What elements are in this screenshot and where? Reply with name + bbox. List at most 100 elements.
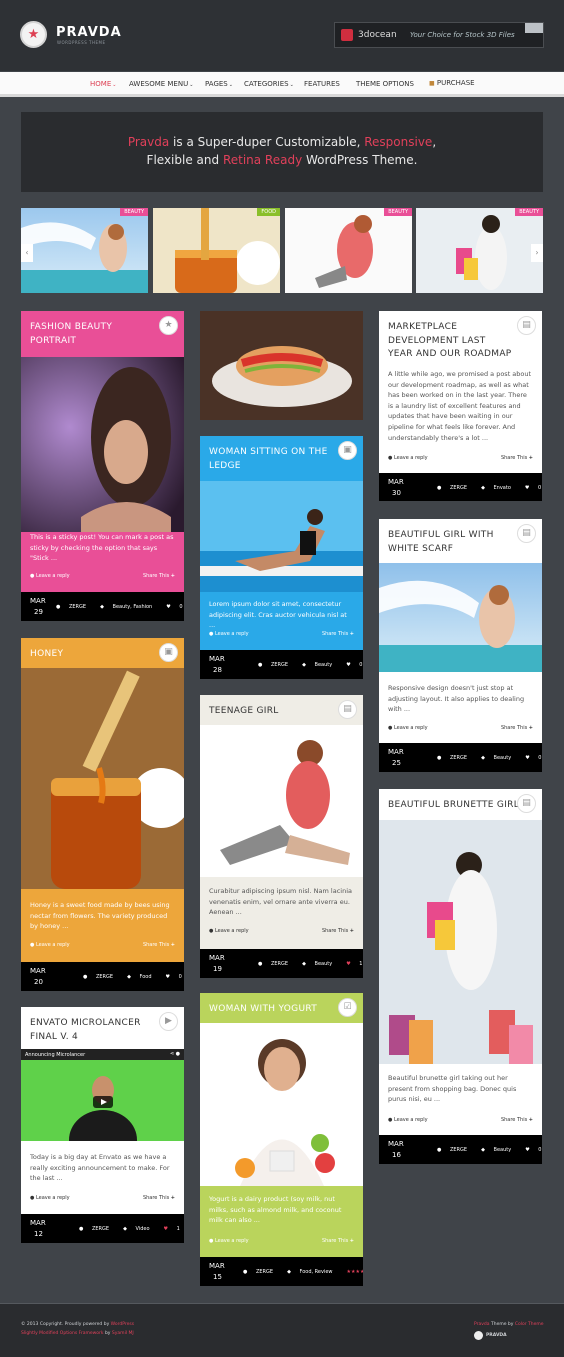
document-icon[interactable]: ▤ [517, 316, 536, 335]
image-icon[interactable]: ▣ [159, 643, 178, 662]
leave-reply-link[interactable]: ● Leave a reply [388, 455, 428, 461]
nav-theme-options[interactable]: THEME OPTIONS [356, 80, 414, 88]
nav-categories[interactable]: CATEGORIES⌄ [244, 80, 294, 88]
post-title[interactable]: HONEY [30, 648, 155, 662]
post-title[interactable]: WOMAN SITTING ON THE LEDGE [209, 446, 334, 473]
author-link[interactable]: ● ZERGE [258, 662, 295, 668]
leave-reply-link[interactable]: ● Leave a reply [30, 573, 70, 579]
nav-pages[interactable]: PAGES⌄ [205, 80, 233, 88]
like-button[interactable]: ♥ 0 [525, 485, 542, 491]
post-title[interactable]: BEAUTIFUL BRUNETTE GIRL [388, 799, 528, 813]
logo-name[interactable]: PRAVDA [56, 25, 122, 40]
nav-awesome-menu[interactable]: AWESOME MENU⌄ [129, 80, 193, 88]
post-title[interactable]: FASHION BEAUTY PORTRAIT [30, 321, 155, 348]
carousel-slide-1[interactable]: BEAUTY [21, 208, 148, 293]
share-button[interactable]: Share This + [501, 1117, 533, 1123]
star-icon: ★ [27, 27, 40, 42]
post-image[interactable] [21, 357, 184, 532]
nav-home[interactable]: HOME⌄ [90, 80, 116, 88]
play-icon[interactable]: ▶ [159, 1012, 178, 1031]
video-player[interactable]: Announcing Microlancer ⋖ ● [21, 1049, 184, 1141]
author-link[interactable]: ● ZERGE [437, 1147, 474, 1153]
document-icon[interactable]: ▤ [338, 700, 357, 719]
user-icon: ● [258, 961, 263, 967]
category-link[interactable]: ◆ Video [123, 1226, 156, 1232]
ad-banner[interactable]: 3docean Your Choice for Stock 3D Files [334, 22, 544, 48]
author-link[interactable]: ● ZERGE [437, 485, 474, 491]
nav-features[interactable]: FEATURES [304, 80, 340, 88]
carousel-slide-4[interactable]: BEAUTY [416, 208, 543, 293]
carousel-slide-3[interactable]: BEAUTY [285, 208, 412, 293]
like-button[interactable]: ♥ 0 [525, 755, 542, 761]
post-image[interactable] [200, 1023, 363, 1186]
author-link[interactable]: ● ZERGE [243, 1269, 280, 1275]
like-button[interactable]: ♥ 0 [525, 1147, 542, 1153]
leave-reply-link[interactable]: ● Leave a reply [388, 725, 428, 731]
category-link[interactable]: ◆ Beauty [302, 961, 339, 967]
category-link[interactable]: ◆ Food [127, 974, 158, 980]
share-button[interactable]: Share This + [143, 1195, 175, 1201]
post-title[interactable]: WOMAN WITH YOGURT [209, 1003, 334, 1017]
post-image[interactable] [379, 820, 542, 1064]
share-button[interactable]: Share This + [501, 455, 533, 461]
share-button[interactable]: Share This + [322, 631, 354, 637]
post-image[interactable] [200, 481, 363, 592]
checkbox-icon[interactable]: ☑ [338, 998, 357, 1017]
wordpress-link[interactable]: WordPress [111, 1322, 134, 1327]
leave-reply-link[interactable]: ● Leave a reply [209, 631, 249, 637]
author-link[interactable]: ● ZERGE [56, 604, 93, 610]
post-image[interactable] [21, 668, 184, 889]
author-link[interactable]: ● ZERGE [83, 974, 120, 980]
like-button[interactable]: ♥ 1 [346, 961, 363, 967]
carousel-slide-2[interactable]: FOOD [153, 208, 280, 293]
category-link[interactable]: ◆ Beauty, Fashion [100, 604, 159, 610]
like-button[interactable]: ♥ 0 [166, 604, 184, 610]
nav-purchase[interactable]: ■ PURCHASE [429, 79, 475, 87]
document-icon[interactable]: ▤ [517, 794, 536, 813]
share-button[interactable]: Share This + [143, 573, 175, 579]
theme-name-link[interactable]: Pravda [474, 1322, 490, 1327]
share-button[interactable]: Share This + [501, 725, 533, 731]
footer-logo-text[interactable]: PRAVDA [486, 1333, 507, 1338]
star-icon[interactable]: ★ [159, 316, 178, 335]
share-icon[interactable]: ⋖ ● [170, 1051, 180, 1057]
share-button[interactable]: Share This + [322, 928, 354, 934]
document-icon[interactable]: ▤ [517, 524, 536, 543]
leave-reply-link[interactable]: ● Leave a reply [209, 1238, 249, 1244]
hero-text-b: Flexible and [146, 153, 223, 167]
leave-reply-link[interactable]: ● Leave a reply [209, 928, 249, 934]
leave-reply-link[interactable]: ● Leave a reply [30, 1195, 70, 1201]
post-title[interactable]: TEENAGE GIRL [209, 705, 334, 719]
post-title[interactable]: BEAUTIFUL GIRL WITH WHITE SCARF [388, 529, 513, 556]
post-image[interactable] [379, 563, 542, 672]
author-link[interactable]: ● ZERGE [79, 1226, 116, 1232]
color-theme-link[interactable]: Color Theme [515, 1322, 544, 1327]
image-icon[interactable]: ▣ [338, 441, 357, 460]
leave-reply-link[interactable]: ● Leave a reply [388, 1117, 428, 1123]
category-link[interactable]: ◆ Envato [481, 485, 518, 491]
logo-mark[interactable]: ★ [20, 21, 47, 48]
options-framework-link[interactable]: Slightly Modified Options Framework [21, 1331, 104, 1336]
category-link[interactable]: ◆ Food, Review [287, 1269, 339, 1275]
author-link[interactable]: ● ZERGE [437, 755, 474, 761]
post-image[interactable] [200, 725, 363, 877]
category-link[interactable]: ◆ Beauty [481, 1147, 518, 1153]
card-body: Yogurt is a dairy product (soy milk, nut… [200, 1194, 363, 1226]
category-link[interactable]: ◆ Beauty [481, 755, 518, 761]
like-button[interactable]: ♥ 0 [166, 974, 184, 980]
post-title[interactable]: MARKETPLACE DEVELOPMENT LAST YEAR AND OU… [388, 321, 513, 362]
syamil-link[interactable]: Syamil MJ [112, 1331, 134, 1336]
carousel-next-button[interactable]: › [531, 244, 543, 262]
share-button[interactable]: Share This + [322, 1238, 354, 1244]
post-card-food-image[interactable] [200, 311, 363, 420]
like-button[interactable]: ♥ 1 [164, 1226, 184, 1232]
category-link[interactable]: ◆ Beauty [302, 662, 339, 668]
banner-brand: 3docean [358, 30, 397, 40]
image-yogurt [200, 1023, 363, 1186]
share-button[interactable]: Share This + [143, 942, 175, 948]
like-button[interactable]: ♥ 0 [346, 662, 363, 668]
author-link[interactable]: ● ZERGE [258, 961, 295, 967]
post-title[interactable]: ENVATO MICROLANCER FINAL V. 4 [30, 1017, 155, 1044]
leave-reply-link[interactable]: ● Leave a reply [30, 942, 70, 948]
carousel-prev-button[interactable]: ‹ [21, 244, 33, 262]
